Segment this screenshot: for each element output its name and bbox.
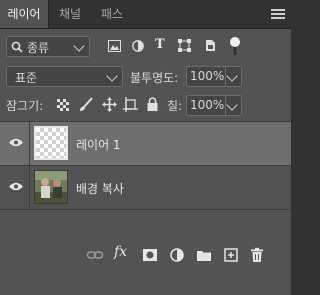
column-divider <box>29 122 30 165</box>
layers-panel: 레이어 채널 패스 종류 T 표준 불투명도: 100% 잠그기: 칠: 100… <box>0 0 291 295</box>
layer-name: 레이어 1 <box>76 138 121 152</box>
lock-label: 잠그기: <box>6 99 44 113</box>
blend-row: 표준 불투명도: 100% <box>0 64 291 90</box>
new-layer-icon[interactable] <box>222 246 240 264</box>
blend-mode-select[interactable]: 표준 <box>6 66 123 87</box>
image-filter-icon[interactable] <box>108 40 121 52</box>
mask-icon[interactable] <box>141 246 159 264</box>
opacity-label: 불투명도: <box>130 71 179 85</box>
opacity-value: 100% <box>190 69 225 83</box>
layer-thumbnail-transparent <box>34 126 68 160</box>
fx-icon[interactable]: fx <box>114 244 132 262</box>
panel-footer <box>0 270 291 295</box>
visibility-eye-icon[interactable] <box>9 182 23 191</box>
layer-row-layer-1[interactable]: 레이어 1 <box>0 122 291 165</box>
fill-label: 칠: <box>167 99 183 113</box>
panel-tab-bar: 레이어 채널 패스 <box>0 0 291 29</box>
filter-kind-select[interactable]: 종류 <box>6 36 90 57</box>
adjustment-filter-icon[interactable] <box>132 40 144 52</box>
chevron-down-icon <box>73 40 85 52</box>
visibility-eye-icon[interactable] <box>9 138 23 147</box>
chevron-down-icon <box>106 70 118 82</box>
adjustment-icon[interactable] <box>168 246 186 264</box>
folder-icon[interactable] <box>195 246 213 264</box>
lock-image-pixels-icon[interactable] <box>79 97 93 112</box>
layer-name: 배경 복사 <box>76 182 124 196</box>
type-filter-icon[interactable]: T <box>155 37 165 52</box>
lock-artboard-icon[interactable] <box>123 97 138 112</box>
filter-row: 종류 T <box>0 34 291 60</box>
layers-bottom-toolbar: fx <box>0 240 291 270</box>
smart-object-filter-icon[interactable] <box>204 39 216 52</box>
tab-channels[interactable]: 채널 <box>50 0 90 28</box>
filter-kind-label: 종류 <box>27 41 50 55</box>
filter-toggle-icon[interactable] <box>229 36 241 56</box>
tab-layers[interactable]: 레이어 <box>0 0 49 28</box>
blend-mode-value: 표준 <box>15 71 38 85</box>
divider <box>0 209 291 210</box>
search-icon <box>11 41 23 53</box>
lock-transparent-pixels-icon[interactable] <box>57 99 69 111</box>
chevron-down-icon[interactable] <box>226 70 238 82</box>
layer-row-background-copy[interactable]: 배경 복사 <box>0 166 291 209</box>
chevron-down-icon[interactable] <box>226 99 238 111</box>
link-icon[interactable] <box>86 246 104 264</box>
layer-thumbnail-photo <box>34 170 68 204</box>
lock-position-icon[interactable] <box>102 97 117 112</box>
fill-value: 100% <box>190 98 225 112</box>
panel-menu-icon[interactable] <box>271 7 285 21</box>
fill-input[interactable]: 100% <box>186 95 242 116</box>
shape-filter-icon[interactable] <box>178 39 191 52</box>
lock-all-icon[interactable] <box>147 97 158 111</box>
tab-paths[interactable]: 패스 <box>92 0 132 28</box>
opacity-input[interactable]: 100% <box>186 66 242 87</box>
trash-icon[interactable] <box>248 246 266 264</box>
lock-row: 잠그기: 칠: 100% <box>0 93 291 119</box>
column-divider <box>29 166 30 209</box>
